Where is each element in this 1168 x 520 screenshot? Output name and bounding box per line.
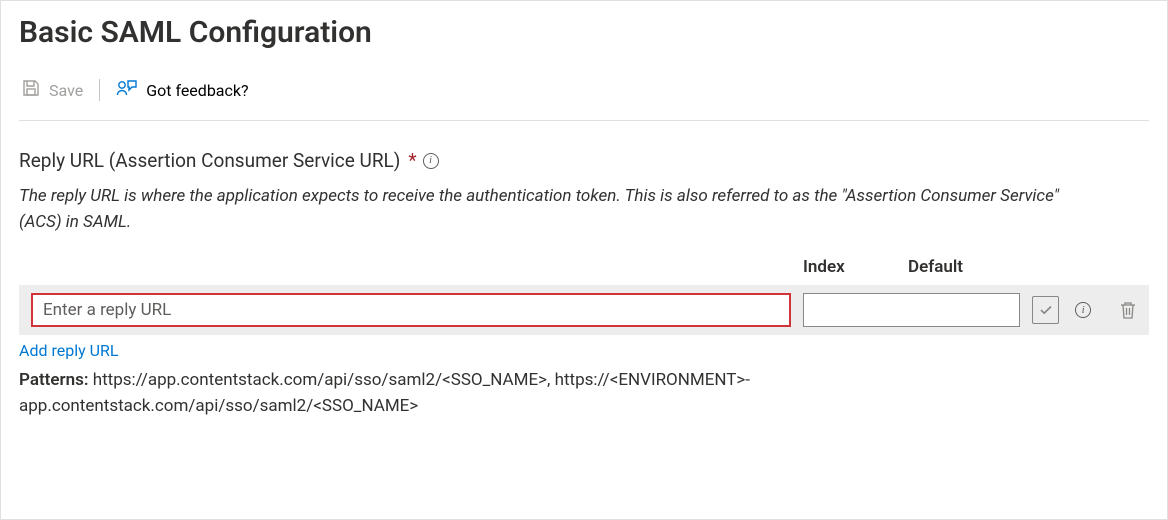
patterns-text: Patterns: https://app.contentstack.com/a… (19, 368, 1079, 419)
required-indicator: * (408, 149, 416, 172)
saml-config-panel: Basic SAML Configuration Save Got (0, 0, 1168, 520)
save-label: Save (49, 81, 83, 100)
save-button[interactable]: Save (19, 74, 85, 106)
page-title: Basic SAML Configuration (19, 15, 1149, 50)
info-icon[interactable]: i (423, 153, 439, 169)
patterns-label: Patterns: (19, 370, 89, 390)
toolbar: Save Got feedback? (19, 74, 1149, 121)
reply-url-row: i (19, 285, 1149, 335)
feedback-icon (116, 78, 138, 102)
toolbar-separator (99, 79, 100, 101)
default-toggle[interactable] (1032, 296, 1059, 324)
reply-url-input[interactable] (31, 293, 791, 327)
patterns-value: https://app.contentstack.com/api/sso/sam… (19, 370, 750, 416)
section-label: Reply URL (Assertion Consumer Service UR… (19, 149, 1149, 172)
delete-row-button[interactable] (1115, 296, 1141, 324)
info-icon[interactable]: i (1075, 302, 1091, 318)
column-default-header: Default (904, 257, 1024, 277)
column-headers: Index Default (19, 257, 1149, 277)
column-index-header: Index (799, 257, 904, 277)
feedback-button[interactable]: Got feedback? (114, 74, 250, 106)
trash-icon (1119, 300, 1137, 320)
index-input[interactable] (803, 293, 1020, 327)
feedback-label: Got feedback? (146, 81, 248, 100)
check-icon (1038, 302, 1054, 318)
section-label-text: Reply URL (Assertion Consumer Service UR… (19, 149, 400, 172)
save-icon (21, 78, 41, 102)
add-reply-url-link[interactable]: Add reply URL (19, 341, 118, 360)
section-description: The reply URL is where the application e… (19, 184, 1079, 235)
